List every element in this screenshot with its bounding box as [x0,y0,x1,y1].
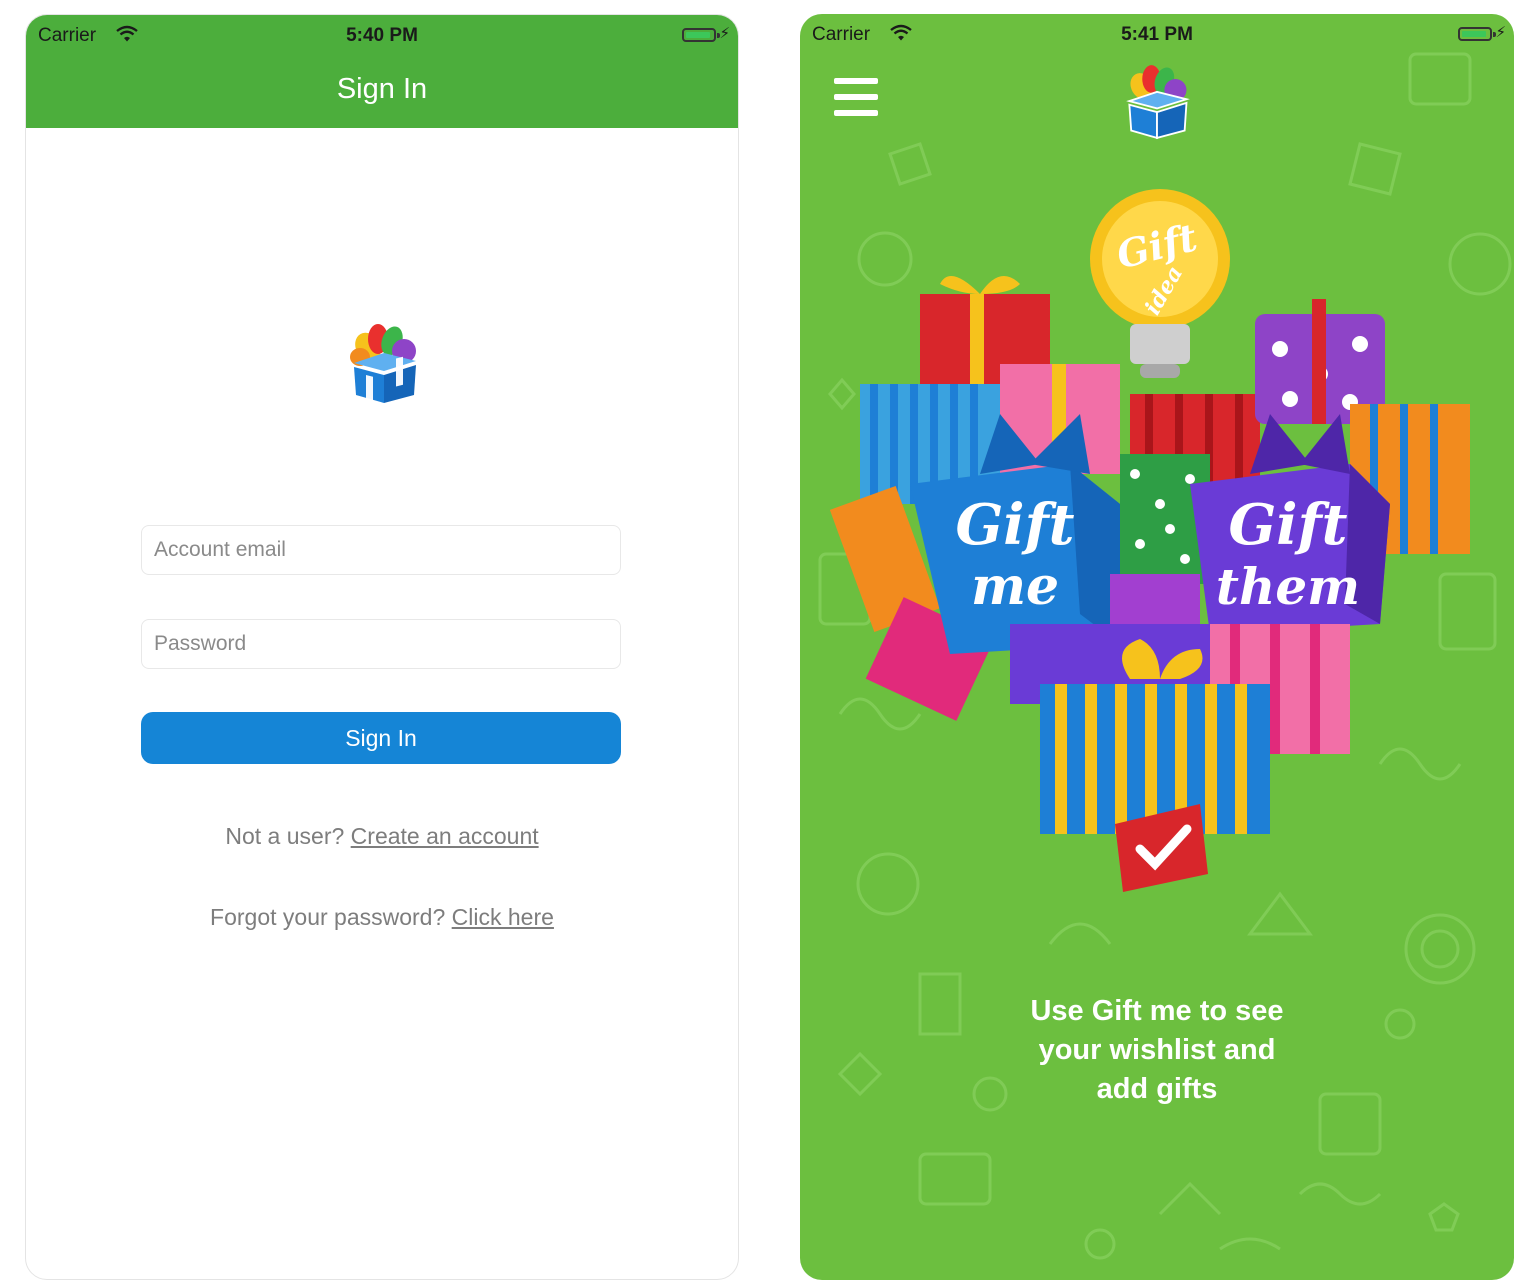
status-time: 5:40 PM [346,25,418,46]
create-account-prompt: Not a user? Create an account [26,823,738,850]
status-bar: Carrier 5:41 PM ⚡ [800,14,1514,54]
sign-in-screen: Carrier 5:40 PM ⚡ Sign In Sign In [25,14,739,1280]
home-screen: Carrier 5:41 PM ⚡ Gift idea Gift me Gift… [800,14,1514,1280]
forgot-password-link[interactable]: Click here [452,904,554,930]
caption-line: add gifts [1096,1073,1218,1105]
page-title: Sign In [336,73,428,105]
charging-bolt-icon: ⚡ [719,25,730,42]
app-logo-icon [350,324,416,405]
battery-icon [682,28,720,42]
gift-pile-illustration: Gift idea Gift me Gift them [830,189,1470,892]
forgot-password-prompt: Forgot your password? Click here [26,904,738,931]
gift-them-box-line-2: them [1216,557,1360,616]
email-field[interactable] [141,525,621,575]
charging-bolt-icon: ⚡ [1495,24,1506,41]
create-account-prompt-text: Not a user? [225,823,345,849]
status-bar: Carrier 5:40 PM ⚡ [26,15,738,55]
create-account-link[interactable]: Create an account [351,823,539,849]
sign-in-button[interactable]: Sign In [141,712,621,764]
password-field[interactable] [141,619,621,669]
app-logo-icon [1126,65,1190,140]
gift-them-box-line-1: Gift [1228,492,1347,558]
gift-me-box-line-2: me [971,556,1059,617]
gift-me-box-line-1: Gift [955,492,1074,558]
forgot-password-prompt-text: Forgot your password? [210,904,446,930]
status-time: 5:41 PM [1121,24,1193,45]
caption-line: your wishlist and [1038,1034,1276,1066]
menu-icon[interactable] [834,78,878,116]
caption-line: Use Gift me to see [1030,995,1284,1027]
home-caption: Use Gift me to see your wishlist and add… [800,992,1514,1109]
battery-icon [1458,27,1496,41]
navigation-bar: Carrier 5:40 PM ⚡ Sign In [26,15,738,128]
